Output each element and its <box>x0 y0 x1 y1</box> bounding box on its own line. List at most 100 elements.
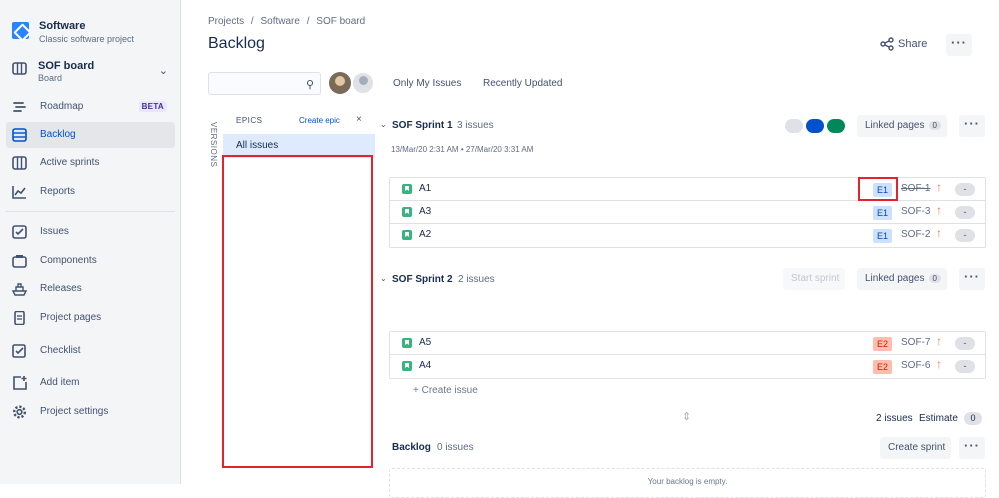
sidebar-item-roadmap[interactable]: Roadmap BETA <box>6 94 175 120</box>
estimate-badge: - <box>955 229 975 242</box>
versions-tab[interactable]: VERSIONS <box>209 122 218 167</box>
backlog-more-button[interactable]: ··· <box>959 437 985 459</box>
priority-high-icon: ↑ <box>936 180 942 194</box>
breadcrumb-software[interactable]: Software <box>260 16 299 27</box>
linked-pages-button[interactable]: Linked pages 0 <box>857 115 947 137</box>
roadmap-icon <box>13 102 26 112</box>
priority-high-icon: ↑ <box>936 226 942 240</box>
page-title: Backlog <box>208 35 265 52</box>
add-item-icon <box>13 376 27 390</box>
issue-key[interactable]: SOF-6 <box>901 360 930 371</box>
sprint-footer-count: 2 issues <box>876 413 913 424</box>
avatar-unassigned[interactable] <box>352 72 374 94</box>
breadcrumb-separator: / <box>250 16 254 27</box>
chevron-down-icon[interactable]: ⌄ <box>159 64 168 77</box>
issue-summary: A5 <box>419 337 432 348</box>
sidebar-item-active-sprints[interactable]: Active sprints <box>6 150 175 176</box>
sidebar-item-label: Add item <box>40 377 80 388</box>
checklist-icon <box>12 344 26 358</box>
create-sprint-button[interactable]: Create sprint <box>880 437 952 459</box>
page-more-button[interactable]: ··· <box>946 34 972 56</box>
project-name: Software <box>39 20 86 32</box>
create-epic-link[interactable]: Create epic <box>299 116 340 125</box>
sidebar-item-project-settings[interactable]: Project settings <box>6 399 175 425</box>
board-selector[interactable]: SOF board Board ⌄ <box>12 58 172 88</box>
highlight-box <box>222 155 373 468</box>
sidebar-item-label: Project settings <box>40 406 109 417</box>
backlog-empty-dropzone: Your backlog is empty. <box>389 468 986 498</box>
priority-high-icon: ↑ <box>936 203 942 217</box>
sidebar-item-project-pages[interactable]: Project pages <box>6 305 175 331</box>
breadcrumb-board[interactable]: SOF board <box>316 16 365 27</box>
sidebar-item-backlog[interactable]: Backlog <box>6 122 175 148</box>
priority-high-icon: ↑ <box>936 357 942 371</box>
sprint-issue-count: 2 issues <box>458 274 495 285</box>
chevron-down-icon[interactable]: ⌄ <box>380 274 387 283</box>
sidebar-item-label: Releases <box>40 283 82 294</box>
sidebar-item-label: Project pages <box>40 312 102 323</box>
sidebar-item-add-item[interactable]: Add item <box>6 370 175 396</box>
chevron-down-icon[interactable]: ⌄ <box>380 120 387 129</box>
sidebar-item-checklist[interactable]: Checklist <box>6 338 175 364</box>
story-icon <box>402 361 412 371</box>
active-sprints-icon <box>12 156 27 170</box>
story-icon <box>402 184 412 194</box>
issue-summary: A2 <box>419 229 432 240</box>
list-item[interactable]: A3 E1 SOF-3 ↑ - <box>390 201 985 224</box>
list-item[interactable]: A2 E1 SOF-2 ↑ - <box>390 224 985 247</box>
issue-summary: A3 <box>419 206 432 217</box>
reports-icon <box>12 186 26 199</box>
sprint-more-button[interactable]: ··· <box>959 268 985 290</box>
share-button[interactable]: Share <box>880 37 927 51</box>
backlog-title: Backlog <box>392 442 431 453</box>
drag-handle-icon[interactable]: ⇕ <box>682 410 691 423</box>
close-icon[interactable]: × <box>356 114 362 125</box>
sprint-more-button[interactable]: ··· <box>959 115 985 137</box>
sidebar-item-label: Checklist <box>40 345 81 356</box>
components-icon <box>12 255 27 268</box>
board-type: Board <box>38 73 63 83</box>
backlog-icon <box>12 128 27 142</box>
breadcrumb: Projects / Software / SOF board <box>208 16 369 27</box>
start-sprint-button[interactable]: Start sprint <box>783 268 846 290</box>
search-input[interactable]: ⚲ <box>208 72 321 95</box>
sprint-footer-estimate-value: 0 <box>964 412 982 425</box>
issues-icon <box>12 225 27 239</box>
epic-lozenge[interactable]: E1 <box>873 229 893 243</box>
epic-lozenge[interactable]: E2 <box>873 337 893 351</box>
sidebar-item-label: Roadmap <box>40 101 84 112</box>
breadcrumb-projects[interactable]: Projects <box>208 16 244 27</box>
sidebar-item-reports[interactable]: Reports <box>6 179 175 205</box>
status-done-badge <box>827 119 845 133</box>
list-item[interactable]: A4 E2 SOF-6 ↑ - <box>390 355 985 378</box>
sidebar-item-label: Backlog <box>40 129 76 140</box>
linked-pages-button[interactable]: Linked pages 0 <box>857 268 947 290</box>
avatar[interactable] <box>329 72 351 94</box>
sprint-name: SOF Sprint 2 <box>392 274 453 285</box>
project-type: Classic software project <box>39 34 135 44</box>
issue-key[interactable]: SOF-3 <box>901 206 930 217</box>
list-item[interactable]: A5 E2 SOF-7 ↑ - <box>390 332 985 355</box>
estimate-badge: - <box>955 183 975 196</box>
epic-lozenge[interactable]: E1 <box>873 206 893 220</box>
sidebar-item-label: Issues <box>40 226 69 237</box>
sidebar-item-issues[interactable]: Issues <box>6 219 175 245</box>
linked-pages-count: 0 <box>928 274 941 283</box>
issue-key[interactable]: SOF-1 <box>901 183 930 194</box>
create-issue-button[interactable]: + Create issue <box>413 385 478 396</box>
status-inprogress-badge <box>806 119 824 133</box>
priority-high-icon: ↑ <box>936 334 942 348</box>
sidebar-item-releases[interactable]: Releases <box>6 276 175 302</box>
sidebar-item-components[interactable]: Components <box>6 248 175 274</box>
issue-summary: A1 <box>419 183 432 194</box>
epic-lozenge[interactable]: E2 <box>873 360 893 374</box>
issue-key[interactable]: SOF-2 <box>901 229 930 240</box>
sprint-footer-estimate-label: Estimate <box>919 413 958 424</box>
sprint-name: SOF Sprint 1 <box>392 120 453 131</box>
filter-recently-updated[interactable]: Recently Updated <box>483 78 563 89</box>
highlight-box <box>858 177 898 201</box>
issue-key[interactable]: SOF-7 <box>901 337 930 348</box>
board-icon <box>12 62 27 75</box>
sprint-dates: 13/Mar/20 2:31 AM • 27/Mar/20 3:31 AM <box>391 145 534 154</box>
filter-only-my-issues[interactable]: Only My Issues <box>393 78 461 89</box>
